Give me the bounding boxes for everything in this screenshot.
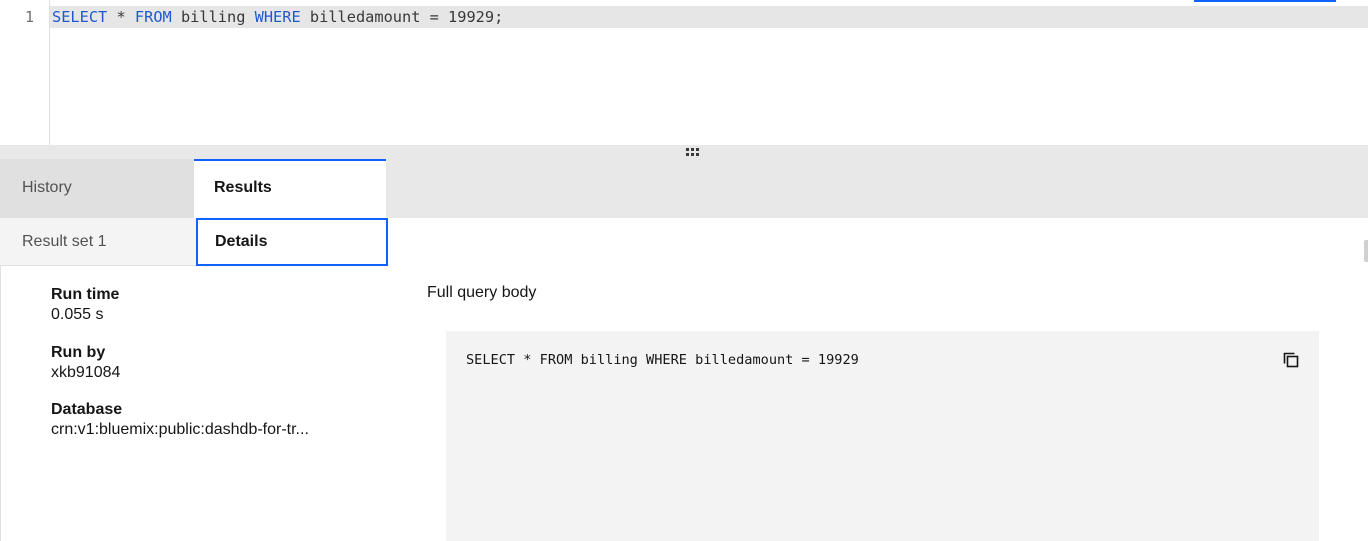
active-code-line[interactable]: SELECT * FROM billing WHERE billedamount… (50, 6, 1368, 28)
keyword-from: FROM (134, 8, 172, 26)
subtab-details[interactable]: Details (196, 218, 388, 266)
run-time-label: Run time (51, 286, 120, 303)
tab-results[interactable]: Results (194, 159, 386, 218)
run-time-group: Run time 0.055 s (51, 285, 119, 325)
copy-icon[interactable] (1280, 349, 1302, 371)
result-subtabs: Result set 1 Details (0, 218, 1368, 266)
code-star: * (107, 8, 135, 26)
code-condition: billedamount = 19929; (300, 8, 504, 26)
keyword-select: SELECT (52, 8, 108, 26)
sql-editor[interactable]: 1 SELECT * FROM billing WHERE billedamou… (0, 0, 1368, 145)
code-table: billing (171, 8, 255, 26)
tab-history[interactable]: History (0, 159, 194, 218)
full-query-text[interactable]: SELECT * FROM billing WHERE billedamount… (466, 351, 859, 369)
subtab-result-set-1[interactable]: Result set 1 (0, 218, 196, 266)
run-by-group: Run by xkb91084 (51, 343, 120, 383)
result-tabs: History Results (0, 159, 1368, 218)
run-time-value: 0.055 s (51, 306, 104, 323)
full-query-label: Full query body (427, 284, 537, 301)
panel-border (0, 266, 1, 541)
code-text[interactable]: SELECT * FROM billing WHERE billedamount… (52, 7, 503, 27)
run-by-value: xkb91084 (51, 364, 121, 381)
database-value: crn:v1:bluemix:public:dashdb-for-tr... (51, 421, 309, 438)
drag-handle-icon[interactable] (686, 148, 702, 157)
run-by-label: Run by (51, 344, 106, 361)
editor-gutter: 1 (0, 0, 50, 145)
database-group: Database crn:v1:bluemix:public:dashdb-fo… (51, 400, 309, 440)
keyword-where: WHERE (254, 8, 301, 26)
side-panel-handle[interactable] (1364, 240, 1368, 262)
database-label: Database (51, 401, 123, 418)
toolbar-accent-bar (1194, 0, 1336, 2)
pane-splitter[interactable] (0, 145, 1368, 159)
line-number: 1 (24, 8, 34, 26)
full-query-code-block: SELECT * FROM billing WHERE billedamount… (446, 331, 1319, 541)
